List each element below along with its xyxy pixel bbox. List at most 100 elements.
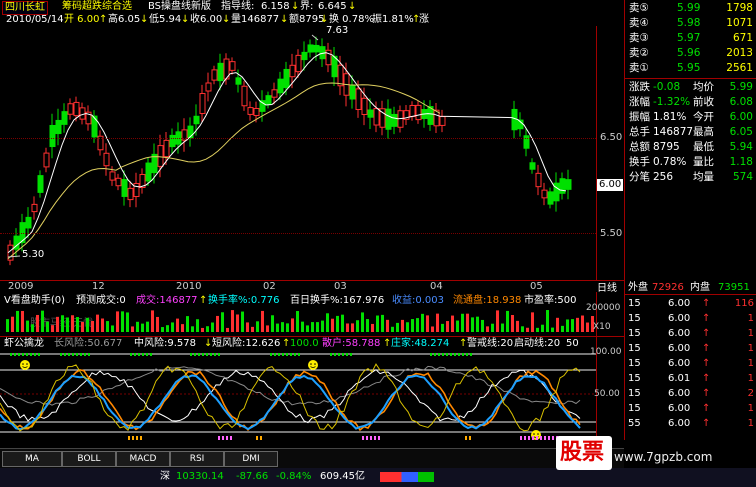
volume-bar (96, 314, 99, 332)
stock-name[interactable]: 四川长虹 (2, 1, 48, 15)
peak-label: 7.63 (326, 25, 349, 36)
tab-boll[interactable]: BOLL (62, 451, 116, 467)
tick-arrow-icon: ↑ (702, 313, 711, 324)
volume-bar (521, 326, 524, 332)
volume-bar (261, 310, 264, 332)
signal-dot (38, 353, 40, 356)
volume-bar (111, 325, 114, 332)
candlestick-series (7, 36, 572, 266)
sell-level-row[interactable]: 卖④ 5.98 1071 (625, 16, 756, 31)
qidong-value: 启动线:20 (514, 338, 561, 349)
stat-value: 146877 (653, 126, 694, 138)
volume-bar (321, 320, 324, 332)
candle-body (295, 54, 302, 73)
volume-bar (416, 318, 419, 332)
x-tick-03: 03 (334, 281, 347, 292)
candle-body (373, 108, 380, 126)
signal-dot (34, 353, 36, 356)
volume-bar (211, 322, 214, 332)
quote-open: 开 6.00 (64, 14, 100, 25)
indicator-name-2[interactable]: BS操盘线新版 (148, 1, 211, 13)
volume-bar (91, 320, 94, 332)
volume-bar (386, 319, 389, 332)
vol-tick-multiplier: X10 (593, 322, 611, 332)
volume-bar (36, 314, 39, 332)
tick-volume: 1 (747, 403, 754, 414)
signal-dot (130, 353, 132, 356)
signal-mark (528, 436, 530, 440)
status-bar (0, 468, 756, 487)
signal-mark (366, 436, 368, 440)
price-chart[interactable] (0, 26, 596, 280)
volume-bar (26, 320, 29, 332)
candle-body (253, 107, 260, 117)
indicator-chart[interactable] (0, 350, 596, 446)
indicator-title[interactable]: 虾公擒龙 (4, 338, 44, 350)
stat-label: 均量 (693, 171, 714, 183)
signal-dot (294, 353, 296, 356)
neipan-label: 内盘 (690, 282, 710, 293)
candle-body (109, 171, 116, 181)
current-price-tag: 6.00 (597, 179, 624, 191)
candle-body (313, 44, 320, 53)
signal-mark (532, 436, 534, 440)
stat-value: -0.08 (653, 81, 681, 93)
signal-dot (274, 353, 276, 356)
tick-volume: 1 (747, 343, 754, 354)
candle-body (283, 68, 290, 89)
volume-bar (561, 325, 564, 332)
zhidao-arrow-icon: ↓ (291, 1, 300, 12)
candle-body (265, 95, 272, 105)
signal-dot (334, 353, 336, 356)
volume-bar (286, 323, 289, 332)
stat-label: 涨跌 (629, 81, 650, 93)
candle-body (25, 216, 32, 229)
volume-bar (351, 323, 354, 332)
volume-bar (401, 319, 404, 332)
x-tick-2009: 2009 (8, 281, 34, 292)
signal-dot (142, 353, 144, 356)
volume-bar (491, 323, 494, 332)
sell-level-row[interactable]: 卖⑤ 5.99 1798 (625, 1, 756, 16)
candle-body (247, 107, 254, 115)
volume-bar (331, 318, 334, 332)
volume-bar (486, 326, 489, 332)
volume-bar (516, 320, 519, 332)
tab-ma[interactable]: MA (2, 451, 62, 467)
tick-volume: 116 (734, 298, 754, 309)
sell-level-row[interactable]: 卖③ 5.97 671 (625, 31, 756, 46)
signal-dot (282, 353, 284, 356)
candle-body (43, 152, 50, 168)
volume-bar (256, 321, 259, 332)
candle-body (73, 101, 80, 117)
stat-value: 5.94 (729, 141, 753, 153)
stat-label: 最高 (693, 126, 714, 138)
signal-dot (470, 353, 472, 356)
sell-level-price: 5.98 (677, 17, 701, 29)
signal-mark (230, 436, 232, 440)
signal-dot (270, 353, 272, 356)
stat-value: 0.78% (653, 156, 687, 168)
watermark-logo-text: 股票 (560, 440, 605, 465)
volume-bar (426, 315, 429, 332)
y-tick-650: 6.50 (600, 132, 623, 143)
volume-bar (531, 312, 534, 332)
tab-macd[interactable]: MACD (116, 451, 170, 467)
tab-rsi[interactable]: RSI (170, 451, 224, 467)
tab-dmi[interactable]: DMI (224, 451, 278, 467)
volume-bar (166, 325, 169, 332)
signal-dot (298, 353, 300, 356)
signal-mark (140, 436, 142, 440)
candle-body (535, 172, 542, 188)
stat-label: 换手 (629, 156, 650, 168)
candle-body (61, 111, 68, 125)
low-label: 5.30 (22, 249, 45, 260)
indicator-name-1[interactable]: 筹码超跌综合选 (62, 1, 132, 13)
quote-stat-row: 总手 146877 最高 6.05 (625, 125, 756, 140)
signal-dot (138, 353, 140, 356)
candle-body (193, 115, 200, 125)
sell-level-row[interactable]: 卖① 5.95 2561 (625, 61, 756, 76)
volume-bar (21, 310, 24, 332)
signal-dot (190, 353, 192, 356)
sell-level-row[interactable]: 卖② 5.96 2013 (625, 46, 756, 61)
